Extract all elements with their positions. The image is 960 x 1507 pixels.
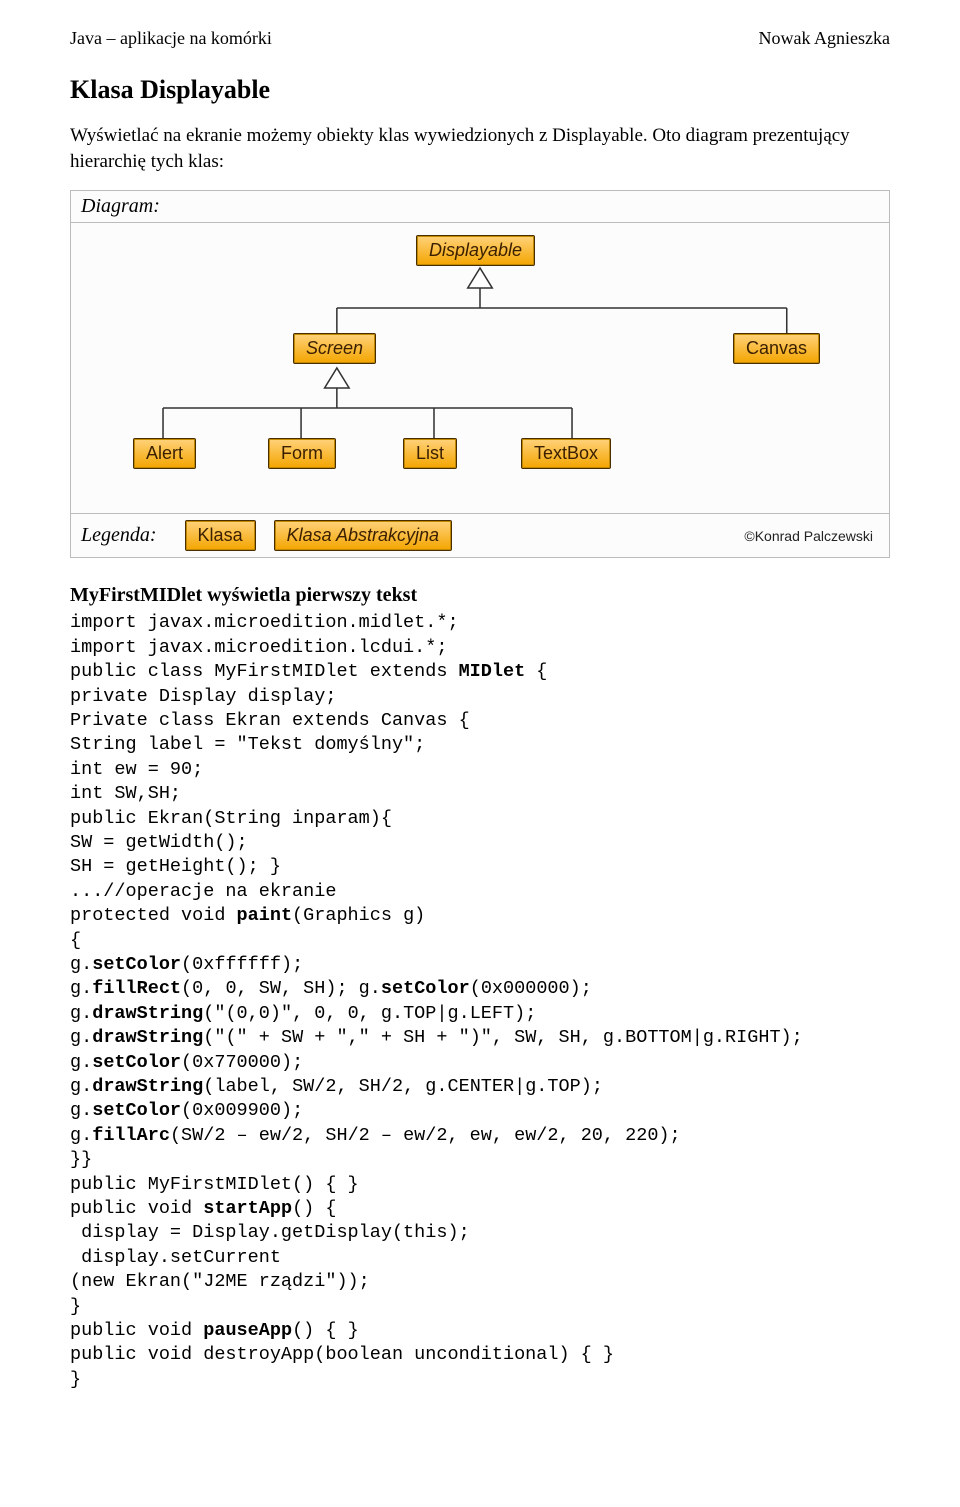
code-line: public void pauseApp() { } <box>70 1320 359 1341</box>
legend-klasa: Klasa <box>185 520 256 551</box>
code-line: g.setColor(0x770000); <box>70 1052 303 1073</box>
hierarchy-diagram: Diagram: Displayable Screen Canvas Alert… <box>70 190 890 558</box>
node-textbox: TextBox <box>521 438 611 469</box>
node-form: Form <box>268 438 336 469</box>
code-block: import javax.microedition.midlet.*; impo… <box>70 611 890 1392</box>
header-left: Java – aplikacje na komórki <box>70 28 272 49</box>
node-screen: Screen <box>293 333 376 364</box>
code-line: { <box>70 930 81 951</box>
code-line: (new Ekran("J2ME rządzi")); <box>70 1271 370 1292</box>
legend-title: Legenda: <box>81 524 157 547</box>
section-title: MyFirstMIDlet wyświetla pierwszy tekst <box>70 584 890 607</box>
code-line: g.setColor(0xffffff); <box>70 954 303 975</box>
node-displayable: Displayable <box>416 235 535 266</box>
diagram-legend: Legenda: Klasa Klasa Abstrakcyjna ©Konra… <box>71 513 889 557</box>
code-line: display = Display.getDisplay(this); <box>70 1222 470 1243</box>
code-line: public Ekran(String inparam){ <box>70 808 392 829</box>
diagram-body: Displayable Screen Canvas Alert Form Lis… <box>71 223 889 513</box>
diagram-credit: ©Konrad Palczewski <box>744 528 879 544</box>
code-line: SH = getHeight(); } <box>70 856 281 877</box>
code-line: } <box>70 1296 81 1317</box>
code-line: public void startApp() { <box>70 1198 336 1219</box>
code-line: } <box>70 1369 81 1390</box>
legend-klasa-abstrakcyjna: Klasa Abstrakcyjna <box>274 520 452 551</box>
header-right: Nowak Agnieszka <box>759 28 890 49</box>
node-alert: Alert <box>133 438 196 469</box>
code-line: public MyFirstMIDlet() { } <box>70 1174 359 1195</box>
code-line: protected void paint(Graphics g) <box>70 905 425 926</box>
code-line: import javax.microedition.midlet.*; <box>70 612 459 633</box>
intro-paragraph: Wyświetlać na ekranie możemy obiekty kla… <box>70 123 890 174</box>
code-line: public class MyFirstMIDlet extends MIDle… <box>70 661 547 682</box>
code-line: String label = "Tekst domyślny"; <box>70 734 425 755</box>
code-line: ...//operacje na ekranie <box>70 881 336 902</box>
node-canvas: Canvas <box>733 333 820 364</box>
code-line: g.drawString("(0,0)", 0, 0, g.TOP|g.LEFT… <box>70 1003 536 1024</box>
code-line: display.setCurrent <box>70 1247 281 1268</box>
code-line: public void destroyApp(boolean unconditi… <box>70 1344 614 1365</box>
code-line: import javax.microedition.lcdui.*; <box>70 637 447 658</box>
code-line: g.setColor(0x009900); <box>70 1100 303 1121</box>
diagram-label: Diagram: <box>71 191 889 223</box>
node-list: List <box>403 438 457 469</box>
code-line: int SW,SH; <box>70 783 181 804</box>
code-line: private Display display; <box>70 686 336 707</box>
code-line: g.drawString("(" + SW + "," + SH + ")", … <box>70 1027 803 1048</box>
code-line: }} <box>70 1149 92 1170</box>
code-line: Private class Ekran extends Canvas { <box>70 710 470 731</box>
code-line: g.fillRect(0, 0, SW, SH); g.setColor(0x0… <box>70 978 592 999</box>
code-line: int ew = 90; <box>70 759 203 780</box>
page-title: Klasa Displayable <box>70 75 890 105</box>
code-line: SW = getWidth(); <box>70 832 248 853</box>
code-line: g.fillArc(SW/2 – ew/2, SH/2 – ew/2, ew, … <box>70 1125 681 1146</box>
code-line: g.drawString(label, SW/2, SH/2, g.CENTER… <box>70 1076 603 1097</box>
diagram-connectors <box>71 223 889 513</box>
